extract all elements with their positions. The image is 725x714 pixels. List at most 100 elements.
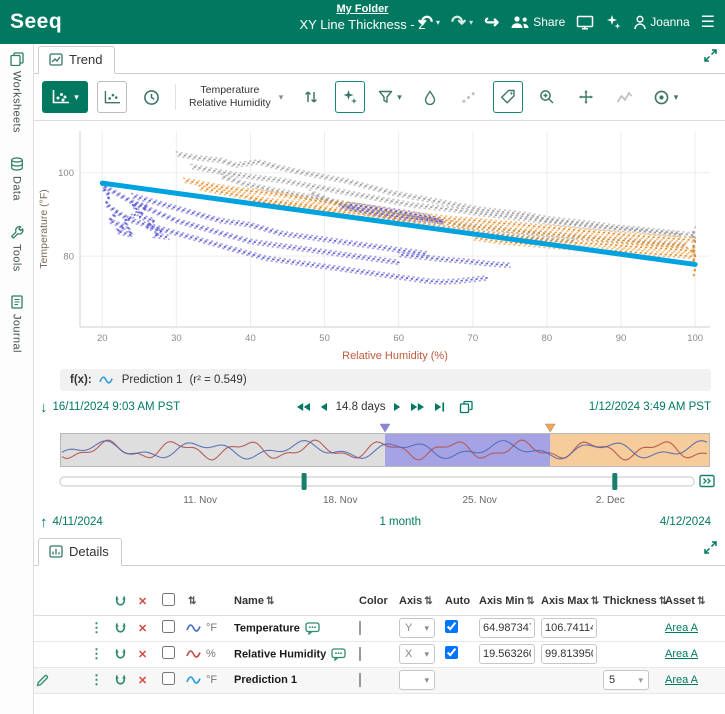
present-button[interactable]	[576, 15, 594, 30]
select-all-checkbox[interactable]	[162, 593, 175, 606]
comment-icon[interactable]	[331, 648, 346, 661]
col-axis-max[interactable]: Axis Max	[541, 595, 589, 607]
range-down-arrow-icon[interactable]: ↓	[40, 399, 48, 416]
zoom-in-button[interactable]	[532, 81, 562, 113]
scatter-options-button[interactable]	[97, 81, 127, 113]
asset-link[interactable]: Area A	[665, 648, 698, 660]
step-back-full-button[interactable]	[295, 402, 311, 412]
hamburger-menu-icon[interactable]: ☰	[701, 12, 715, 32]
magnet-header-icon[interactable]	[114, 595, 134, 608]
sidebar-item-worksheets[interactable]: Worksheets	[10, 52, 24, 133]
fx-bar[interactable]: f(x): Prediction 1 (r² = 0.549)	[60, 369, 711, 391]
col-thickness[interactable]: Thickness	[603, 595, 657, 607]
opacity-droplet-button[interactable]	[415, 81, 445, 113]
sort-icon[interactable]: ⇅	[526, 596, 534, 607]
share-button[interactable]: Share	[510, 15, 565, 29]
magnet-button[interactable]	[114, 648, 134, 661]
axis-min-input[interactable]	[479, 644, 535, 664]
auto-checkbox[interactable]	[445, 620, 458, 633]
filter-button[interactable]: ▾	[374, 81, 406, 113]
swap-axes-button[interactable]	[296, 81, 326, 113]
pan-button[interactable]	[571, 81, 601, 113]
sort-icon[interactable]: ⇅	[697, 596, 705, 607]
magnet-button[interactable]	[114, 622, 134, 635]
color-swatch[interactable]	[359, 647, 361, 661]
axis-select[interactable]: ▾	[399, 670, 435, 690]
range-slider[interactable]	[34, 469, 725, 495]
target-mode-button[interactable]: ▾	[649, 81, 683, 113]
sidebar-item-tools[interactable]: Tools	[10, 225, 24, 272]
details-table: ✕ ⇅ Name⇅ Color Axis⇅ Auto Axis Min⇅ Axi…	[34, 588, 725, 694]
sort-icon[interactable]: ⇅	[424, 596, 432, 607]
expand-icon[interactable]	[704, 49, 717, 62]
row-checkbox[interactable]	[162, 672, 175, 685]
row-menu-button[interactable]: ⋮	[90, 672, 103, 687]
row-menu-button[interactable]: ⋮	[90, 620, 103, 635]
axis-select[interactable]: X▾	[399, 644, 435, 664]
investigate-range-end[interactable]: 4/12/2024	[660, 516, 711, 528]
signal-type-icon	[186, 648, 202, 660]
xy-plot-view-button[interactable]: ▾	[42, 81, 88, 113]
auto-checkbox[interactable]	[445, 646, 458, 659]
range-up-arrow-icon[interactable]: ↑	[40, 514, 48, 531]
axis-min-input[interactable]	[479, 618, 535, 638]
tab-details[interactable]: Details	[38, 538, 122, 566]
col-asset[interactable]: Asset	[665, 595, 695, 607]
col-color[interactable]: Color	[359, 595, 388, 607]
step-to-end-button[interactable]	[434, 402, 445, 412]
asset-link[interactable]: Area A	[665, 674, 698, 686]
remove-button[interactable]: ✕	[138, 649, 147, 661]
step-forward-button[interactable]	[393, 402, 402, 412]
redo-button[interactable]: ↷▾	[451, 13, 473, 31]
prediction-tool-button[interactable]	[335, 81, 365, 113]
user-menu[interactable]: Joanna	[633, 15, 689, 30]
signal-pair-selector[interactable]: Temperature Relative Humidity ▾	[189, 84, 283, 110]
time-options-button[interactable]	[136, 81, 166, 113]
display-range-duration[interactable]: 14.8 days	[336, 401, 386, 413]
comment-icon[interactable]	[305, 622, 320, 635]
details-row[interactable]: ⋮✕%Relative HumidityX▾Area A	[34, 641, 725, 667]
ai-assistant-icon[interactable]	[605, 14, 622, 30]
step-forward-full-button[interactable]	[410, 402, 426, 412]
color-swatch[interactable]	[359, 673, 361, 687]
sort-icon[interactable]: ⇅	[266, 596, 274, 607]
axis-max-input[interactable]	[541, 618, 597, 638]
col-auto[interactable]: Auto	[445, 595, 470, 607]
investigate-range-start[interactable]: 4/11/2024	[53, 516, 103, 528]
display-range-start[interactable]: 16/11/2024 9:03 AM PST	[53, 401, 181, 413]
col-axis-min[interactable]: Axis Min	[479, 595, 524, 607]
details-row[interactable]: ⋮✕°FPrediction 1▾5▾Area A	[34, 667, 725, 693]
chain-view-icon[interactable]	[699, 473, 715, 489]
row-menu-button[interactable]: ⋮	[90, 646, 103, 661]
edit-pencil-icon[interactable]	[36, 674, 86, 687]
copy-range-button[interactable]	[459, 400, 474, 414]
asset-link[interactable]: Area A	[665, 622, 698, 634]
samples-icon[interactable]	[454, 81, 484, 113]
xy-chart-area[interactable]: 203040506070809010080100Relative Humidit…	[34, 121, 725, 367]
sidebar-item-journal[interactable]: Journal	[10, 295, 24, 353]
col-axis[interactable]: Axis	[399, 595, 422, 607]
sort-icon[interactable]: ⇅	[591, 596, 599, 607]
thickness-select[interactable]: 5▾	[603, 670, 649, 690]
timeline-strip[interactable]	[60, 421, 725, 469]
axis-max-input[interactable]	[541, 644, 597, 664]
slider-tick-labels: 11. Nov18. Nov25. Nov2. Dec	[34, 495, 725, 510]
tab-trend[interactable]: Trend	[38, 46, 115, 74]
remove-button[interactable]: ✕	[138, 675, 147, 687]
sort-type-icon[interactable]: ⇅	[188, 596, 196, 607]
display-range-end[interactable]: 1/12/2024 3:49 AM PST	[589, 401, 711, 413]
details-row[interactable]: ⋮✕°FTemperatureY▾Area A	[34, 615, 725, 641]
color-swatch[interactable]	[359, 621, 361, 635]
row-checkbox[interactable]	[162, 620, 175, 633]
step-back-button[interactable]	[319, 402, 328, 412]
row-checkbox[interactable]	[162, 646, 175, 659]
magnet-button[interactable]	[114, 674, 134, 687]
expand-icon[interactable]	[704, 541, 717, 554]
remove-button[interactable]: ✕	[138, 623, 147, 635]
axis-select[interactable]: Y▾	[399, 618, 435, 638]
sidebar-item-data[interactable]: Data	[10, 157, 24, 201]
investigate-range-duration[interactable]: 1 month	[379, 516, 421, 528]
capsule-labels-button[interactable]	[493, 81, 523, 113]
col-name[interactable]: Name	[234, 595, 264, 607]
remove-all-button[interactable]: ✕	[138, 596, 147, 608]
